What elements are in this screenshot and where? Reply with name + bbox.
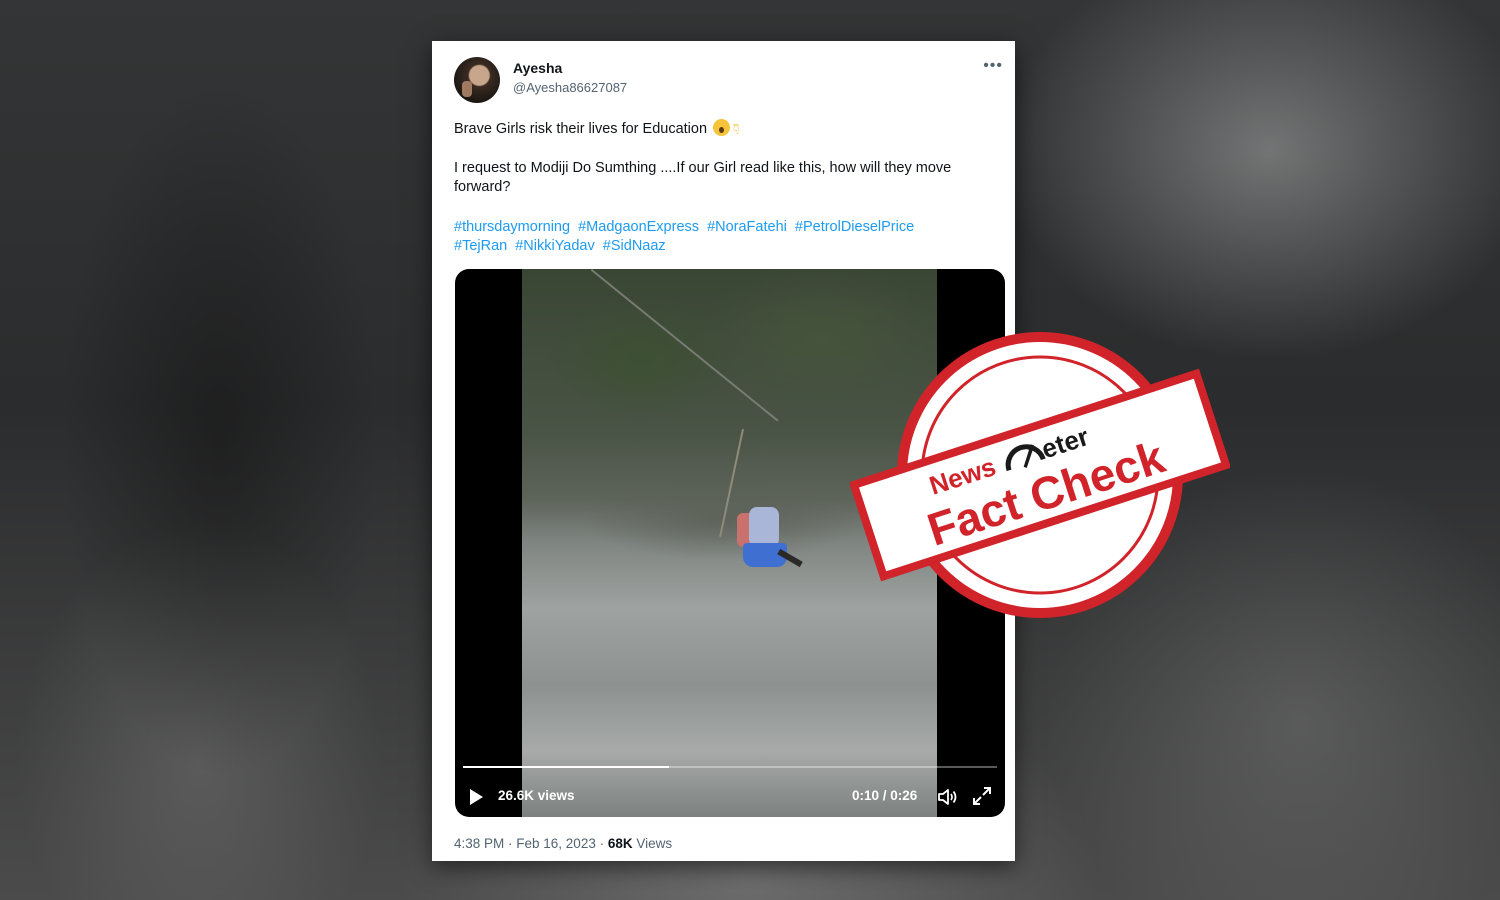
user-handle[interactable]: @Ayesha86627087 bbox=[513, 80, 627, 95]
play-icon[interactable] bbox=[470, 789, 483, 805]
video-progress-fill bbox=[463, 766, 669, 768]
pointing-down-emoji-icon: 👇︎ bbox=[733, 121, 740, 138]
hashtag-link[interactable]: #thursdaymorning bbox=[454, 219, 570, 235]
astonished-emoji-icon bbox=[713, 119, 731, 136]
video-time: 0:10 / 0:26 bbox=[852, 788, 918, 803]
tweet-views-label: Views bbox=[632, 836, 673, 851]
girl-on-zipline bbox=[737, 499, 803, 584]
display-name[interactable]: Ayesha bbox=[513, 60, 562, 76]
hashtag-list: #thursdaymorning #MadgaonExpress #NoraFa… bbox=[454, 218, 999, 256]
zipline-rope bbox=[590, 269, 779, 422]
more-options-button[interactable]: ••• bbox=[983, 57, 1003, 75]
tweet-meta: 4:38 PM · Feb 16, 2023 · 68K Views bbox=[454, 836, 672, 851]
tweet-views-count: 68K bbox=[607, 836, 633, 851]
video-views: 26.6K views bbox=[498, 788, 575, 803]
background-shadow bbox=[60, 80, 380, 780]
hashtag-link[interactable]: #SidNaaz bbox=[603, 238, 666, 254]
video-progress-bar[interactable] bbox=[463, 766, 997, 768]
tweet-timestamp[interactable]: 4:38 PM · Feb 16, 2023 · bbox=[454, 836, 608, 851]
tweet-text-main: Brave Girls risk their lives for Educati… bbox=[454, 121, 708, 137]
volume-icon[interactable] bbox=[937, 787, 959, 807]
avatar[interactable] bbox=[454, 57, 500, 103]
hashtag-link[interactable]: #MadgaonExpress bbox=[578, 219, 699, 235]
hashtag-link[interactable]: #TejRan bbox=[454, 238, 507, 254]
fact-check-stamp: News eter Fact Check bbox=[850, 332, 1230, 618]
hashtag-link[interactable]: #NoraFatehi bbox=[707, 219, 787, 235]
tweet-text-line1: Brave Girls risk their lives for Educati… bbox=[454, 119, 739, 139]
fullscreen-icon[interactable] bbox=[971, 785, 993, 807]
tweet-text-line2: I request to Modiji Do Sumthing ....If o… bbox=[454, 160, 952, 195]
hashtag-link[interactable]: #NikkiYadav bbox=[515, 238, 595, 254]
hashtag-link[interactable]: #PetrolDieselPrice bbox=[795, 219, 914, 235]
